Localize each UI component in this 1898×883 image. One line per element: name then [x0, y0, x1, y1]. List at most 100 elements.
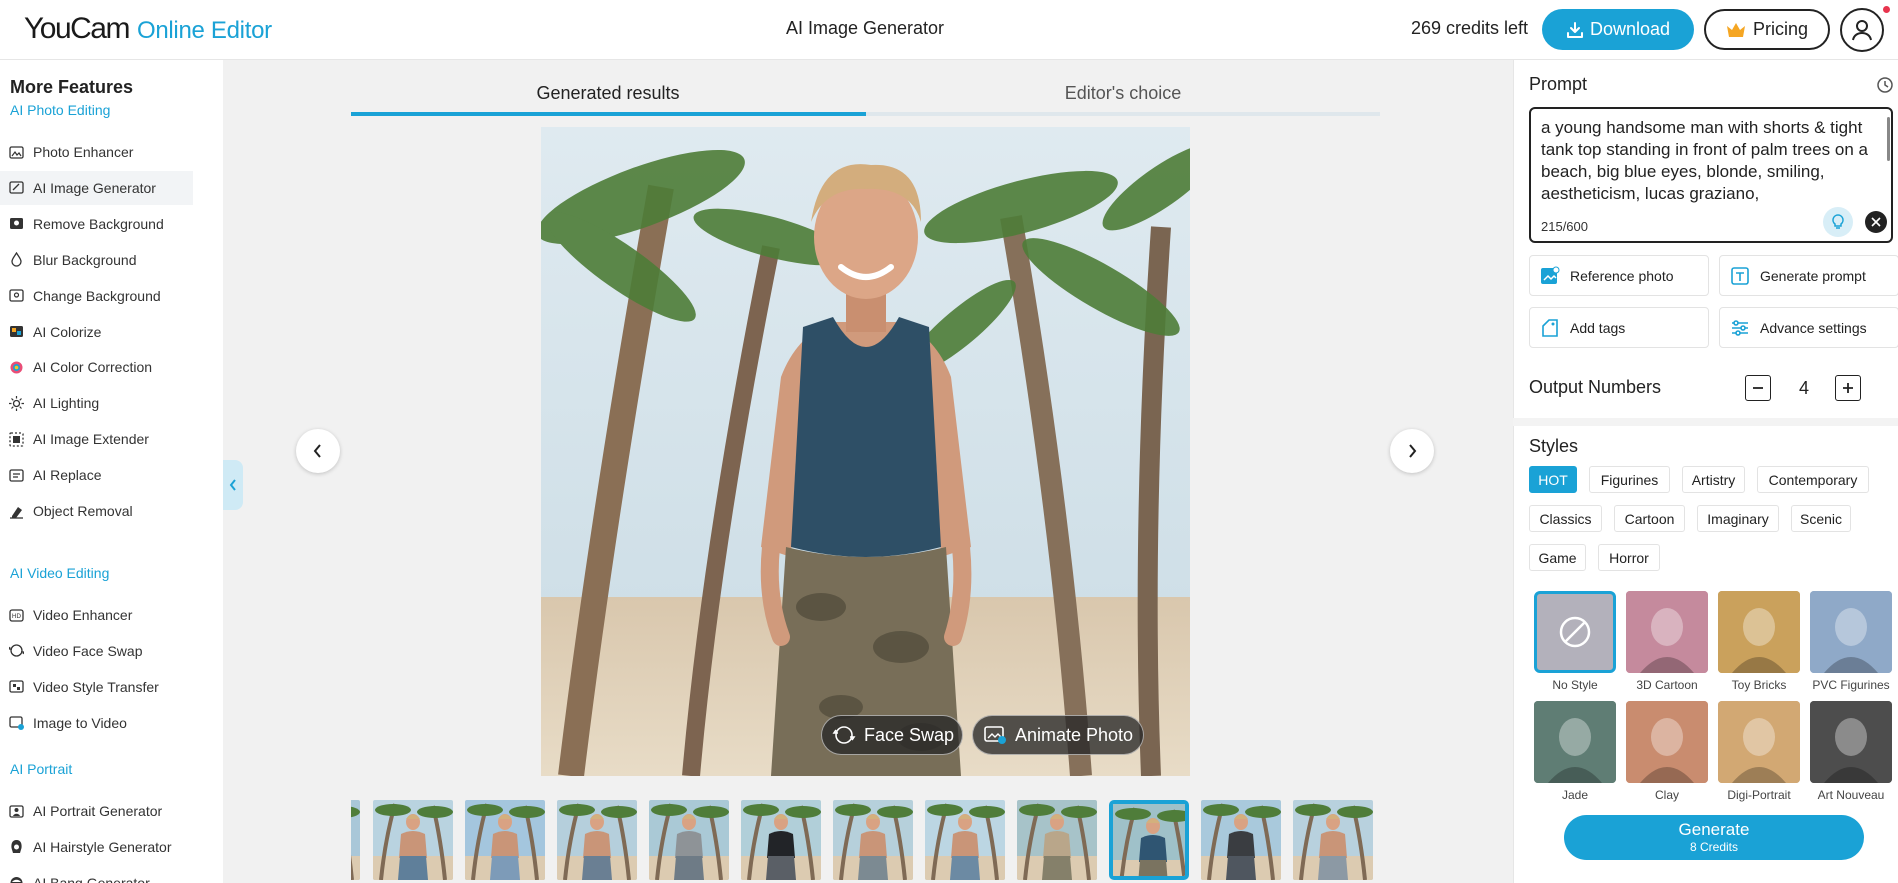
collapse-sidebar-button[interactable] [223, 460, 243, 510]
video-face-swap-icon [9, 643, 24, 658]
prompt-scrollbar[interactable] [1887, 117, 1890, 161]
thumbnail-image[interactable] [1109, 800, 1189, 880]
style-name: Clay [1654, 788, 1679, 802]
download-icon [1566, 21, 1583, 38]
download-button[interactable]: Download [1542, 9, 1694, 50]
sidebar-item-blur-background[interactable]: Blur Background [0, 243, 193, 277]
plus-icon [1843, 383, 1853, 393]
style-card-art-nouveau[interactable]: Art Nouveau [1810, 701, 1892, 802]
style-preview [1810, 591, 1892, 673]
sidebar-item-ai-image-extender[interactable]: AI Image Extender [0, 422, 193, 456]
thumbnail-image[interactable] [1293, 800, 1373, 880]
sidebar-item-ai-lighting[interactable]: AI Lighting [0, 386, 193, 420]
sidebar-item-ai-bang-generator[interactable]: AI Bang Generator [0, 866, 193, 883]
sidebar-item-object-removal[interactable]: Object Removal [0, 494, 193, 528]
style-chip-game[interactable]: Game [1529, 544, 1586, 571]
sidebar-item-label: AI Colorize [33, 323, 102, 340]
lightbulb-icon [1832, 214, 1844, 229]
sidebar-item-ai-replace[interactable]: AI Replace [0, 458, 193, 492]
generate-button[interactable]: Generate 8 Credits [1564, 815, 1864, 860]
lighting-icon [9, 395, 24, 411]
account-button[interactable] [1840, 8, 1884, 52]
style-chip-horror[interactable]: Horror [1598, 544, 1660, 571]
style-chip-contemporary[interactable]: Contemporary [1757, 466, 1869, 493]
next-image-button[interactable] [1390, 429, 1434, 473]
clear-prompt-button[interactable] [1865, 211, 1887, 233]
style-preview [1534, 591, 1616, 673]
sidebar-item-video-enhancer[interactable]: HD Video Enhancer [0, 598, 193, 632]
style-card-no-style[interactable]: No Style [1534, 591, 1616, 692]
sidebar-item-ai-image-generator[interactable]: AI Image Generator [0, 170, 193, 205]
style-chip-artistry[interactable]: Artistry [1682, 466, 1745, 493]
bang-icon [9, 875, 24, 883]
prompt-text[interactable]: a young handsome man with shorts & tight… [1541, 117, 1871, 205]
thumbnail-image[interactable] [373, 800, 453, 880]
add-tags-button[interactable]: Add tags [1529, 307, 1709, 348]
animate-photo-button[interactable]: Animate Photo [972, 715, 1144, 755]
prompt-textarea[interactable]: a young handsome man with shorts & tight… [1529, 107, 1893, 243]
sidebar-item-video-face-swap[interactable]: Video Face Swap [0, 634, 193, 668]
style-name: No Style [1552, 678, 1598, 692]
hairstyle-icon [9, 839, 24, 854]
style-card-jade[interactable]: Jade [1534, 701, 1616, 802]
decrease-output-button[interactable] [1745, 375, 1771, 401]
thumbnail-image[interactable] [925, 800, 1005, 880]
sidebar-item-remove-background[interactable]: Remove Background [0, 207, 193, 241]
thumbnail-image[interactable] [1201, 800, 1281, 880]
pricing-label: Pricing [1752, 19, 1809, 39]
thumbnail-image[interactable] [741, 800, 821, 880]
sidebar-item-photo-enhancer[interactable]: Photo Enhancer [0, 135, 193, 169]
history-icon[interactable] [1876, 76, 1894, 99]
credits-left: 269 credits left [1411, 18, 1529, 38]
advance-settings-button[interactable]: Advance settings [1719, 307, 1898, 348]
replace-icon [9, 468, 24, 483]
sidebar-item-ai-colorize[interactable]: AI Colorize [0, 315, 193, 349]
sidebar-item-label: AI Image Generator [33, 179, 156, 196]
style-chip-cartoon[interactable]: Cartoon [1614, 505, 1685, 532]
output-numbers-label: Output Numbers [1529, 377, 1662, 397]
pricing-button[interactable]: Pricing [1704, 9, 1830, 50]
thumbnail-image[interactable] [465, 800, 545, 880]
thumbnail-image[interactable] [351, 800, 360, 880]
face-swap-button[interactable]: Face Swap [821, 715, 963, 755]
sidebar-item-video-style-transfer[interactable]: Video Style Transfer [0, 670, 193, 704]
image-generator-icon [9, 180, 24, 195]
generate-prompt-button[interactable]: Generate prompt [1719, 255, 1898, 296]
prompt-idea-button[interactable] [1823, 207, 1853, 237]
style-chip-imaginary[interactable]: Imaginary [1697, 505, 1779, 532]
tab-underline-active [351, 112, 866, 116]
style-card-pvc-figurines[interactable]: PVC Figurines [1810, 591, 1892, 692]
style-card-toy-bricks[interactable]: Toy Bricks [1718, 591, 1800, 692]
style-card-digi-portrait[interactable]: Digi-Portrait [1718, 701, 1800, 802]
style-name: PVC Figurines [1812, 678, 1890, 692]
generated-image[interactable] [541, 127, 1190, 776]
style-chip-classics[interactable]: Classics [1529, 505, 1602, 532]
sidebar-item-label: AI Replace [33, 467, 102, 484]
thumbnail-image[interactable] [1017, 800, 1097, 880]
style-chip-scenic[interactable]: Scenic [1791, 505, 1851, 532]
sidebar-item-label: Remove Background [33, 215, 164, 232]
sidebar-item-ai-portrait-generator[interactable]: AI Portrait Generator [0, 794, 193, 828]
thumbnail-image[interactable] [557, 800, 637, 880]
sidebar-item-ai-color-correction[interactable]: AI Color Correction [0, 350, 193, 384]
generate-credits: 8 Credits [1689, 840, 1739, 854]
style-card-clay[interactable]: Clay [1626, 701, 1708, 802]
increase-output-button[interactable] [1835, 375, 1861, 401]
style-card-3d-cartoon[interactable]: 3D Cartoon [1626, 591, 1708, 692]
previous-image-button[interactable] [296, 429, 340, 473]
thumbnail-image[interactable] [833, 800, 913, 880]
style-name: Art Nouveau [1817, 788, 1885, 802]
reference-photo-icon [1541, 266, 1560, 284]
sidebar-item-image-to-video[interactable]: Image to Video [0, 706, 193, 740]
minus-icon [1753, 387, 1763, 389]
reference-photo-button[interactable]: Reference photo [1529, 255, 1709, 296]
style-chip-hot[interactable]: HOT [1529, 466, 1577, 493]
sidebar-item-label: AI Color Correction [33, 359, 153, 376]
sidebar-item-change-background[interactable]: Change Background [0, 279, 193, 313]
style-chip-figurines[interactable]: Figurines [1589, 466, 1670, 493]
thumbnail-image[interactable] [649, 800, 729, 880]
animate-photo-icon [984, 726, 1006, 744]
style-name: Digi-Portrait [1727, 788, 1791, 802]
sidebar-item-label: AI Bang Generator [33, 874, 150, 883]
sidebar-item-ai-hairstyle-generator[interactable]: AI Hairstyle Generator [0, 830, 193, 864]
